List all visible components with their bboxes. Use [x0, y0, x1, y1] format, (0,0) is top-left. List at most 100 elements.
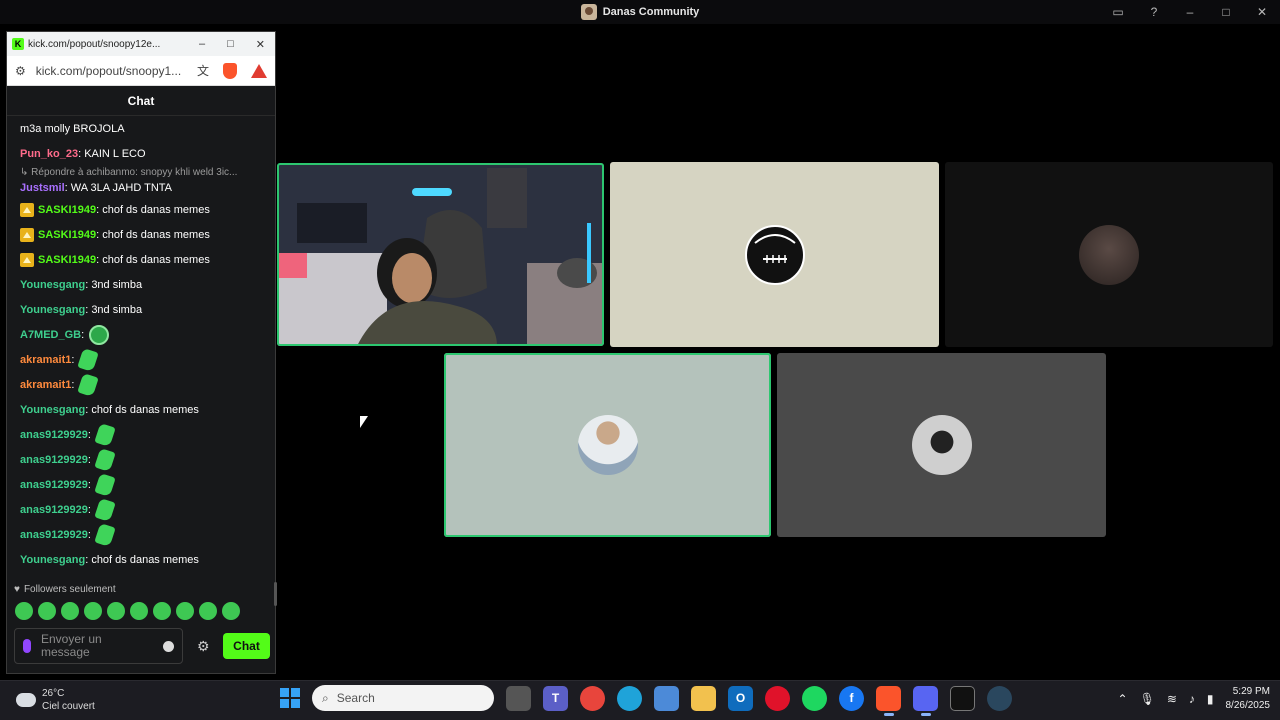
minimize-icon[interactable]: – — [199, 38, 205, 51]
chat-header: Chat — [7, 86, 275, 116]
brave-rewards-icon[interactable] — [251, 63, 267, 78]
participant-tile-2[interactable] — [610, 162, 939, 347]
chat-username[interactable]: anas9129929 — [20, 529, 88, 541]
emoji-picker-icon[interactable] — [163, 640, 174, 652]
chat-username[interactable]: SASKI1949 — [38, 204, 96, 216]
chat-username[interactable]: A7MED_GB — [20, 329, 81, 341]
chat-message: anas9129929: — [20, 422, 275, 447]
mic-icon[interactable] — [23, 639, 31, 653]
address-bar[interactable]: ⚙ kick.com/popout/snoopy1... 文 — [7, 56, 275, 86]
chat-message: Younesgang: chof ds danas memes — [20, 547, 275, 572]
brave-shields-icon[interactable] — [223, 62, 237, 79]
spotify-icon[interactable] — [802, 685, 827, 711]
edge-icon[interactable] — [617, 685, 642, 711]
emote-icon[interactable] — [130, 602, 148, 620]
chat-message: Pun_ko_23: KAIN L ECO — [20, 141, 275, 166]
time: 5:29 PM — [1232, 686, 1270, 697]
close-icon[interactable]: ✕ — [256, 38, 265, 51]
chat-username[interactable]: akramait1 — [20, 379, 71, 391]
emote-icon — [94, 522, 116, 547]
window-title: Danas Community — [602, 6, 700, 18]
microphone-icon[interactable]: 🎙 — [1140, 692, 1155, 706]
emote-icon[interactable] — [222, 602, 240, 620]
chat-text: : 3nd simba — [85, 278, 143, 291]
server-title: Danas Community — [580, 4, 700, 20]
send-chat-button[interactable]: Chat — [223, 633, 270, 659]
chat-text: m3a molly BROJOLA — [20, 122, 125, 135]
discord-icon[interactable] — [913, 685, 938, 716]
popout-title: kick.com/popout/snoopy12e... — [28, 38, 161, 50]
maximize-icon[interactable]: □ — [227, 38, 234, 51]
chat-input[interactable]: Envoyer un message — [14, 628, 183, 664]
participant-tile-5[interactable] — [777, 353, 1106, 537]
chat-username[interactable]: anas9129929 — [20, 429, 88, 441]
date: 8/26/2025 — [1225, 700, 1271, 711]
chat-username[interactable]: Younesgang — [20, 554, 85, 566]
chat-text: : — [71, 378, 75, 391]
chat-text: : chof ds danas memes — [96, 228, 210, 241]
brave-icon[interactable] — [876, 685, 901, 716]
chat-username[interactable]: anas9129929 — [20, 479, 88, 491]
chat-text: : WA 3LA JAHD TNTA — [64, 182, 173, 194]
close-icon[interactable]: ✕ — [1254, 5, 1270, 19]
url-text[interactable]: kick.com/popout/snoopy1... — [36, 64, 187, 78]
chat-text: : 3nd simba — [85, 303, 143, 316]
windows-start-icon[interactable] — [280, 688, 300, 708]
weather-widget[interactable]: 26°C Ciel couvert — [13, 687, 95, 713]
wifi-icon[interactable]: ≋ — [1167, 692, 1177, 706]
task-view-icon[interactable] — [506, 685, 531, 711]
chat-message: SASKI1949: chof ds danas memes — [20, 222, 275, 247]
facebook-icon[interactable]: f — [839, 685, 864, 711]
emote-icon[interactable] — [107, 602, 125, 620]
chat-username[interactable]: anas9129929 — [20, 454, 88, 466]
taskbar-search[interactable]: ⌕ Search — [312, 685, 494, 711]
emote-icon[interactable] — [176, 602, 194, 620]
emote-icon[interactable] — [199, 602, 217, 620]
chat-username[interactable]: SASKI1949 — [38, 229, 96, 241]
participant-tile-4[interactable] — [444, 353, 771, 537]
chat-text: : chof ds danas memes — [96, 203, 210, 216]
capcut-icon[interactable] — [950, 685, 975, 711]
translate-icon[interactable]: 文 — [197, 62, 209, 79]
emote-icon[interactable] — [84, 602, 102, 620]
store-icon[interactable] — [654, 685, 679, 711]
chat-username[interactable]: SASKI1949 — [38, 254, 96, 266]
emote-icon[interactable] — [38, 602, 56, 620]
chat-message-list: m3a molly BROJOLA Pun_ko_23: KAIN L ECO ↳ … — [7, 116, 275, 576]
chat-scrollbar[interactable] — [274, 582, 277, 606]
reply-preview: ↳ Répondre à achibanmo: snopyy khli weld… — [20, 167, 238, 178]
participant-tile-3[interactable] — [945, 162, 1273, 347]
video-tile-webcam[interactable] — [277, 163, 604, 346]
chat-username[interactable]: Pun_ko_23 — [20, 148, 78, 160]
chat-username[interactable]: Younesgang — [20, 404, 85, 416]
volume-icon[interactable]: ♪ — [1189, 692, 1195, 706]
clock[interactable]: 5:29 PM 8/26/2025 — [1226, 685, 1271, 713]
chat-input-placeholder[interactable]: Envoyer un message — [41, 633, 153, 659]
maximize-icon[interactable]: □ — [1218, 5, 1234, 19]
battery-icon[interactable]: ▮ — [1207, 692, 1214, 706]
emote-icon[interactable] — [15, 602, 33, 620]
outlook-icon[interactable]: O — [728, 685, 753, 711]
minimize-icon[interactable]: – — [1182, 5, 1198, 19]
chat-username[interactable]: akramait1 — [20, 354, 71, 366]
file-explorer-icon[interactable] — [691, 685, 716, 711]
chat-username[interactable]: Younesgang — [20, 304, 85, 316]
steam-icon[interactable] — [987, 685, 1012, 711]
popout-window-controls: – □ ✕ — [199, 38, 275, 51]
chevron-up-icon[interactable]: ⌃ — [1118, 692, 1128, 706]
emote-icon[interactable] — [153, 602, 171, 620]
chat-username[interactable]: Younesgang — [20, 279, 85, 291]
site-settings-icon[interactable]: ⚙ — [15, 64, 26, 78]
emote-icon[interactable] — [61, 602, 79, 620]
opera-icon[interactable] — [765, 685, 790, 711]
emote-quickbar — [15, 602, 240, 620]
chat-settings-icon[interactable]: ⚙ — [197, 638, 210, 655]
help-icon[interactable]: ? — [1146, 5, 1162, 19]
chat-username[interactable]: Justsmil — [20, 182, 65, 194]
chrome-icon[interactable] — [580, 685, 605, 711]
teams-icon[interactable]: T — [543, 685, 568, 711]
chat-username[interactable]: anas9129929 — [20, 504, 88, 516]
inbox-icon[interactable]: ▭ — [1110, 5, 1126, 19]
weather-condition: Ciel couvert — [42, 701, 95, 712]
cloud-icon — [13, 689, 36, 707]
